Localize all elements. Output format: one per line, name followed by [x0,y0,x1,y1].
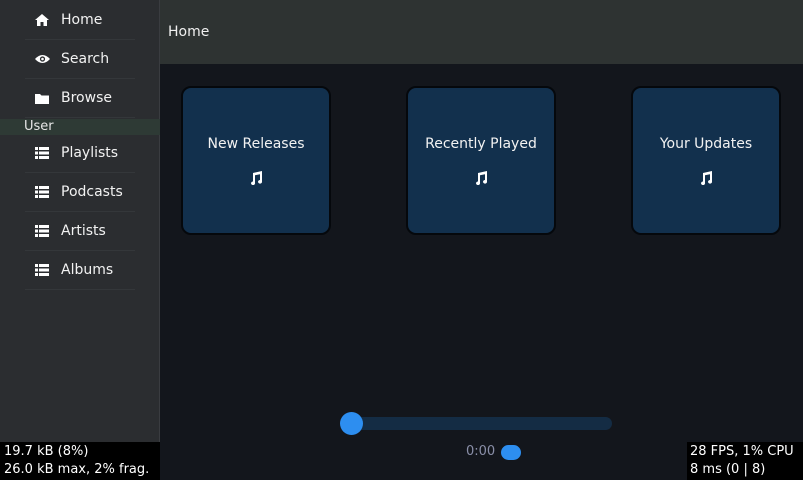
progress-slider-knob[interactable] [340,412,363,435]
performance-monitor: 28 FPS, 1% CPU 8 ms (0 | 8) [687,442,803,480]
play-toggle[interactable] [501,445,521,460]
list-icon [33,224,51,238]
app-root: Home Search Browse User Playlists Podcas… [0,0,803,480]
sidebar-item-label: Browse [61,90,112,106]
sidebar-item-label: Artists [61,223,106,239]
sidebar-item-albums[interactable]: Albums [25,251,135,290]
page-title: Home [168,24,210,40]
music-note-icon [249,170,263,189]
card-your-updates[interactable]: Your Updates [631,86,781,235]
sidebar-item-label: Albums [61,262,114,278]
memory-max-line: 26.0 kB max, 2% frag. [4,462,150,477]
progress-slider-track[interactable] [342,417,612,430]
list-icon [33,263,51,277]
folder-icon [33,91,51,105]
sidebar-item-home[interactable]: Home [25,1,135,40]
eye-icon [33,52,51,66]
sidebar-item-playlists[interactable]: Playlists [25,134,135,173]
memory-monitor: 19.7 kB (8%) 26.0 kB max, 2% frag. [0,442,160,480]
sidebar-item-label: Podcasts [61,184,123,200]
time-label: 0:00 [466,444,496,459]
frame-time-line: 8 ms (0 | 8) [690,462,766,477]
fps-line: 28 FPS, 1% CPU [690,444,794,459]
sidebar-item-search[interactable]: Search [25,40,135,79]
card-label: Your Updates [659,136,753,152]
sidebar-item-artists[interactable]: Artists [25,212,135,251]
memory-usage-line: 19.7 kB (8%) [4,444,89,459]
section-label-user: User [0,119,160,135]
card-recently-played[interactable]: Recently Played [406,86,556,235]
music-note-icon [474,170,488,189]
list-icon [33,146,51,160]
sidebar-item-label: Home [61,12,103,28]
list-icon [33,185,51,199]
music-note-icon [699,170,713,189]
page-header: Home [160,0,803,64]
sidebar-item-browse[interactable]: Browse [25,79,135,118]
home-icon [33,13,51,27]
card-new-releases[interactable]: New Releases [181,86,331,235]
sidebar: Home Search Browse User Playlists Podcas… [0,0,160,480]
sidebar-item-label: Search [61,51,110,67]
sidebar-item-label: Playlists [61,145,119,161]
sidebar-item-podcasts[interactable]: Podcasts [25,173,135,212]
card-label: New Releases [207,136,305,152]
card-label: Recently Played [425,136,537,152]
